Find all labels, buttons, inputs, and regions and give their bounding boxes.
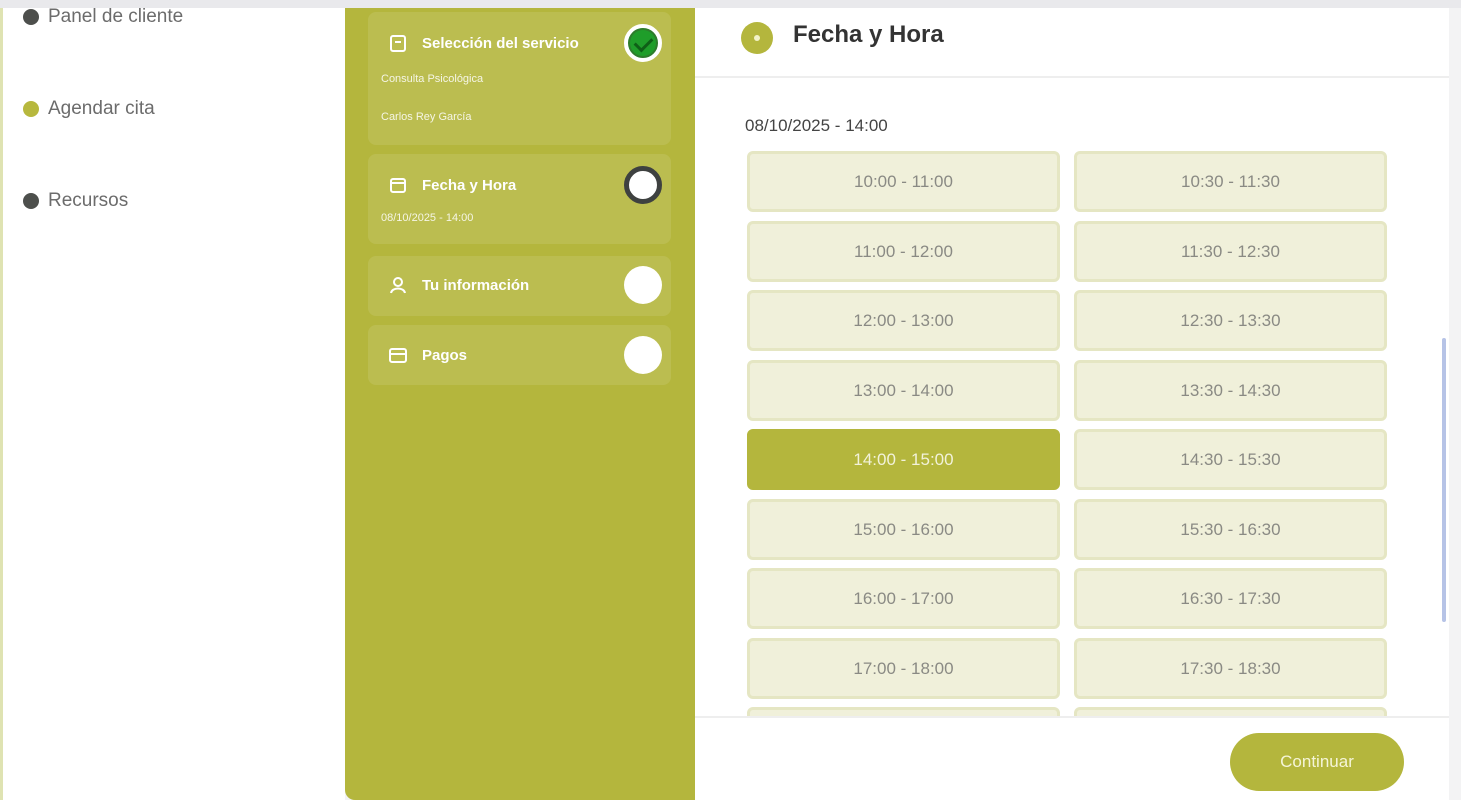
step-title-fecha-hora: Fecha y Hora (388, 175, 516, 195)
time-slot[interactable]: 16:00 - 17:00 (747, 568, 1060, 629)
time-slot[interactable]: 15:00 - 16:00 (747, 499, 1060, 560)
time-slot[interactable]: 15:30 - 16:30 (1074, 499, 1387, 560)
time-slot[interactable]: 17:00 - 18:00 (747, 638, 1060, 699)
time-slot-grid: 10:00 - 11:00 10:30 - 11:30 11:00 - 12:00 1… (747, 151, 1389, 716)
time-slot[interactable] (747, 707, 1060, 716)
selected-datetime: 08/10/2025 - 14:00 (745, 116, 888, 135)
step-title-servicio: Selección del servicio (388, 33, 579, 53)
check-done-icon (624, 24, 662, 62)
pending-step-icon (624, 336, 662, 374)
continue-button[interactable]: Continuar (1230, 733, 1404, 791)
time-slot[interactable]: 14:30 - 15:30 (1074, 429, 1387, 490)
time-slot[interactable]: 11:00 - 12:00 (747, 221, 1060, 282)
user-icon (390, 277, 406, 294)
time-slot[interactable] (1074, 707, 1387, 716)
time-slot[interactable]: 12:00 - 13:00 (747, 290, 1060, 351)
step-subtitle: Carlos Rey García (381, 111, 472, 123)
time-slot[interactable]: 17:30 - 18:30 (1074, 638, 1387, 699)
section-header: Fecha y Hora (695, 8, 1449, 78)
sidebar-item-panel-de-cliente[interactable]: Panel de cliente (23, 6, 183, 28)
bullet-icon (23, 193, 39, 209)
sidebar-item-label: Panel de cliente (48, 6, 184, 27)
step-subtitle: 08/10/2025 - 14:00 (381, 212, 474, 224)
sidebar-item-recursos[interactable]: Recursos (23, 190, 128, 212)
sidebar-item-label: Recursos (48, 190, 129, 211)
sidebar: Panel de cliente Agendar cita Recursos (0, 6, 345, 800)
step-card-fecha-hora[interactable] (368, 154, 671, 244)
sidebar-item-label: Agendar cita (48, 98, 155, 119)
step-number-icon (741, 22, 773, 54)
time-slot[interactable]: 10:00 - 11:00 (747, 151, 1060, 212)
bullet-icon (23, 9, 39, 25)
step-title-pagos: Pagos (388, 345, 467, 365)
current-step-icon (624, 166, 662, 204)
top-strip (0, 0, 1461, 8)
time-slot[interactable]: 13:00 - 14:00 (747, 360, 1060, 421)
calendar-icon (390, 178, 406, 193)
pending-step-icon (624, 266, 662, 304)
divider (695, 716, 1449, 718)
time-slot[interactable]: 13:30 - 14:30 (1074, 360, 1387, 421)
bullet-icon (23, 101, 39, 117)
time-slot-selected[interactable]: 14:00 - 15:00 (747, 429, 1060, 490)
main-content: Fecha y Hora 08/10/2025 - 14:00 10:00 - … (695, 8, 1449, 800)
scrollbar[interactable] (1442, 338, 1446, 622)
step-subtitle: Consulta Psicológica (381, 73, 484, 85)
time-slot[interactable]: 11:30 - 12:30 (1074, 221, 1387, 282)
time-slot[interactable]: 16:30 - 17:30 (1074, 568, 1387, 629)
sidebar-item-agendar-cita[interactable]: Agendar cita (23, 98, 155, 120)
page-title: Fecha y Hora (793, 21, 944, 48)
step-title-tu-informacion: Tu información (388, 275, 529, 295)
time-slot[interactable]: 12:30 - 13:30 (1074, 290, 1387, 351)
card-icon (389, 348, 407, 363)
time-slot[interactable]: 10:30 - 11:30 (1074, 151, 1387, 212)
clipboard-icon (390, 35, 406, 52)
